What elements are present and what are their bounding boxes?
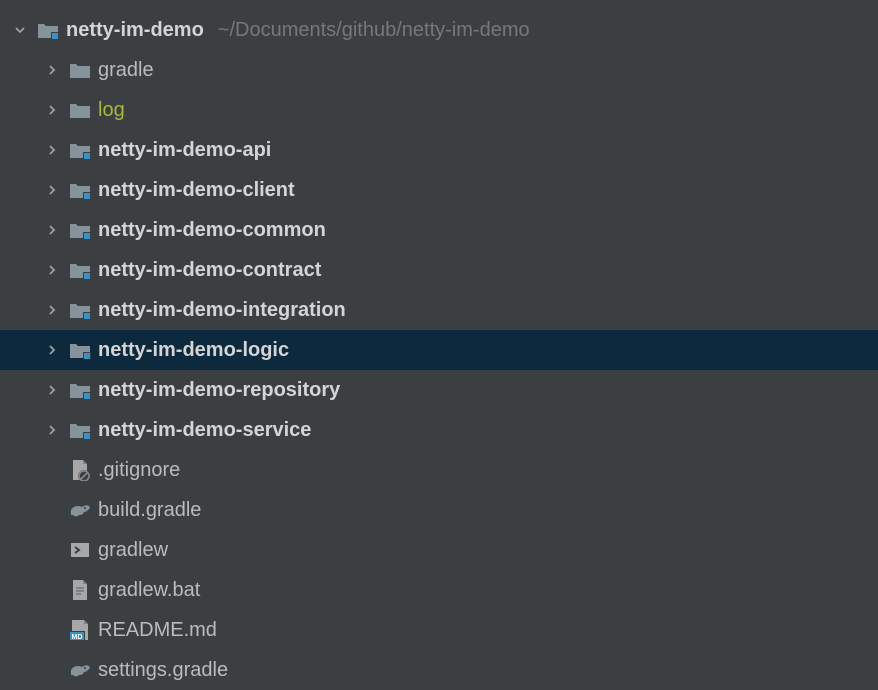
- tree-item[interactable]: gradlew: [0, 530, 878, 570]
- module-icon: [68, 341, 92, 359]
- chevron-right-icon[interactable]: [42, 225, 62, 235]
- root-label: netty-im-demo: [66, 19, 204, 42]
- tree-item-label: netty-im-demo-service: [98, 419, 311, 442]
- chevron-right-icon[interactable]: [42, 185, 62, 195]
- gitignore-icon: [68, 459, 92, 481]
- chevron-right-icon[interactable]: [42, 305, 62, 315]
- tree-item-label: build.gradle: [98, 499, 201, 522]
- root-path-hint: ~/Documents/github/netty-im-demo: [218, 19, 530, 42]
- folder-icon: [68, 101, 92, 119]
- tree-item-label: gradlew.bat: [98, 579, 200, 602]
- markdown-icon: MD: [68, 619, 92, 641]
- chevron-right-icon[interactable]: [42, 385, 62, 395]
- gradle-icon: [68, 660, 92, 680]
- tree-item-label: netty-im-demo-integration: [98, 299, 346, 322]
- tree-item[interactable]: build.gradle: [0, 490, 878, 530]
- tree-item[interactable]: gradle: [0, 50, 878, 90]
- tree-item-label: settings.gradle: [98, 659, 228, 682]
- module-folder-icon: [36, 21, 60, 39]
- chevron-right-icon[interactable]: [42, 105, 62, 115]
- module-icon: [68, 221, 92, 239]
- tree-item[interactable]: netty-im-demo-api: [0, 130, 878, 170]
- tree-item-label: gradle: [98, 59, 154, 82]
- chevron-right-icon[interactable]: [42, 265, 62, 275]
- tree-item-label: .gitignore: [98, 459, 180, 482]
- tree-item-label: netty-im-demo-repository: [98, 379, 340, 402]
- tree-item[interactable]: netty-im-demo-contract: [0, 250, 878, 290]
- tree-item-label: netty-im-demo-common: [98, 219, 326, 242]
- tree-item[interactable]: netty-im-demo-integration: [0, 290, 878, 330]
- tree-item[interactable]: netty-im-demo-client: [0, 170, 878, 210]
- module-icon: [68, 421, 92, 439]
- module-icon: [68, 261, 92, 279]
- tree-root-row[interactable]: netty-im-demo ~/Documents/github/netty-i…: [0, 10, 878, 50]
- module-icon: [68, 181, 92, 199]
- chevron-right-icon[interactable]: [42, 145, 62, 155]
- chevron-right-icon[interactable]: [42, 65, 62, 75]
- tree-item[interactable]: gradlew.bat: [0, 570, 878, 610]
- tree-item-label: netty-im-demo-api: [98, 139, 271, 162]
- chevron-right-icon[interactable]: [42, 345, 62, 355]
- tree-item[interactable]: settings.gradle: [0, 650, 878, 690]
- shell-icon: [68, 541, 92, 559]
- tree-item[interactable]: MD README.md: [0, 610, 878, 650]
- folder-icon: [68, 61, 92, 79]
- tree-item-label: netty-im-demo-client: [98, 179, 295, 202]
- tree-item[interactable]: netty-im-demo-logic: [0, 330, 878, 370]
- gradle-icon: [68, 500, 92, 520]
- tree-item-label: netty-im-demo-contract: [98, 259, 321, 282]
- tree-item-label: log: [98, 99, 125, 122]
- textfile-icon: [68, 579, 92, 601]
- module-icon: [68, 381, 92, 399]
- chevron-right-icon[interactable]: [42, 425, 62, 435]
- module-icon: [68, 301, 92, 319]
- tree-item[interactable]: .gitignore: [0, 450, 878, 490]
- tree-item[interactable]: log: [0, 90, 878, 130]
- tree-item[interactable]: netty-im-demo-common: [0, 210, 878, 250]
- svg-text:MD: MD: [72, 634, 83, 641]
- tree-item-label: gradlew: [98, 539, 168, 562]
- tree-item[interactable]: netty-im-demo-repository: [0, 370, 878, 410]
- chevron-down-icon[interactable]: [10, 25, 30, 35]
- module-icon: [68, 141, 92, 159]
- tree-item-label: README.md: [98, 619, 217, 642]
- tree-item-label: netty-im-demo-logic: [98, 339, 289, 362]
- tree-item[interactable]: netty-im-demo-service: [0, 410, 878, 450]
